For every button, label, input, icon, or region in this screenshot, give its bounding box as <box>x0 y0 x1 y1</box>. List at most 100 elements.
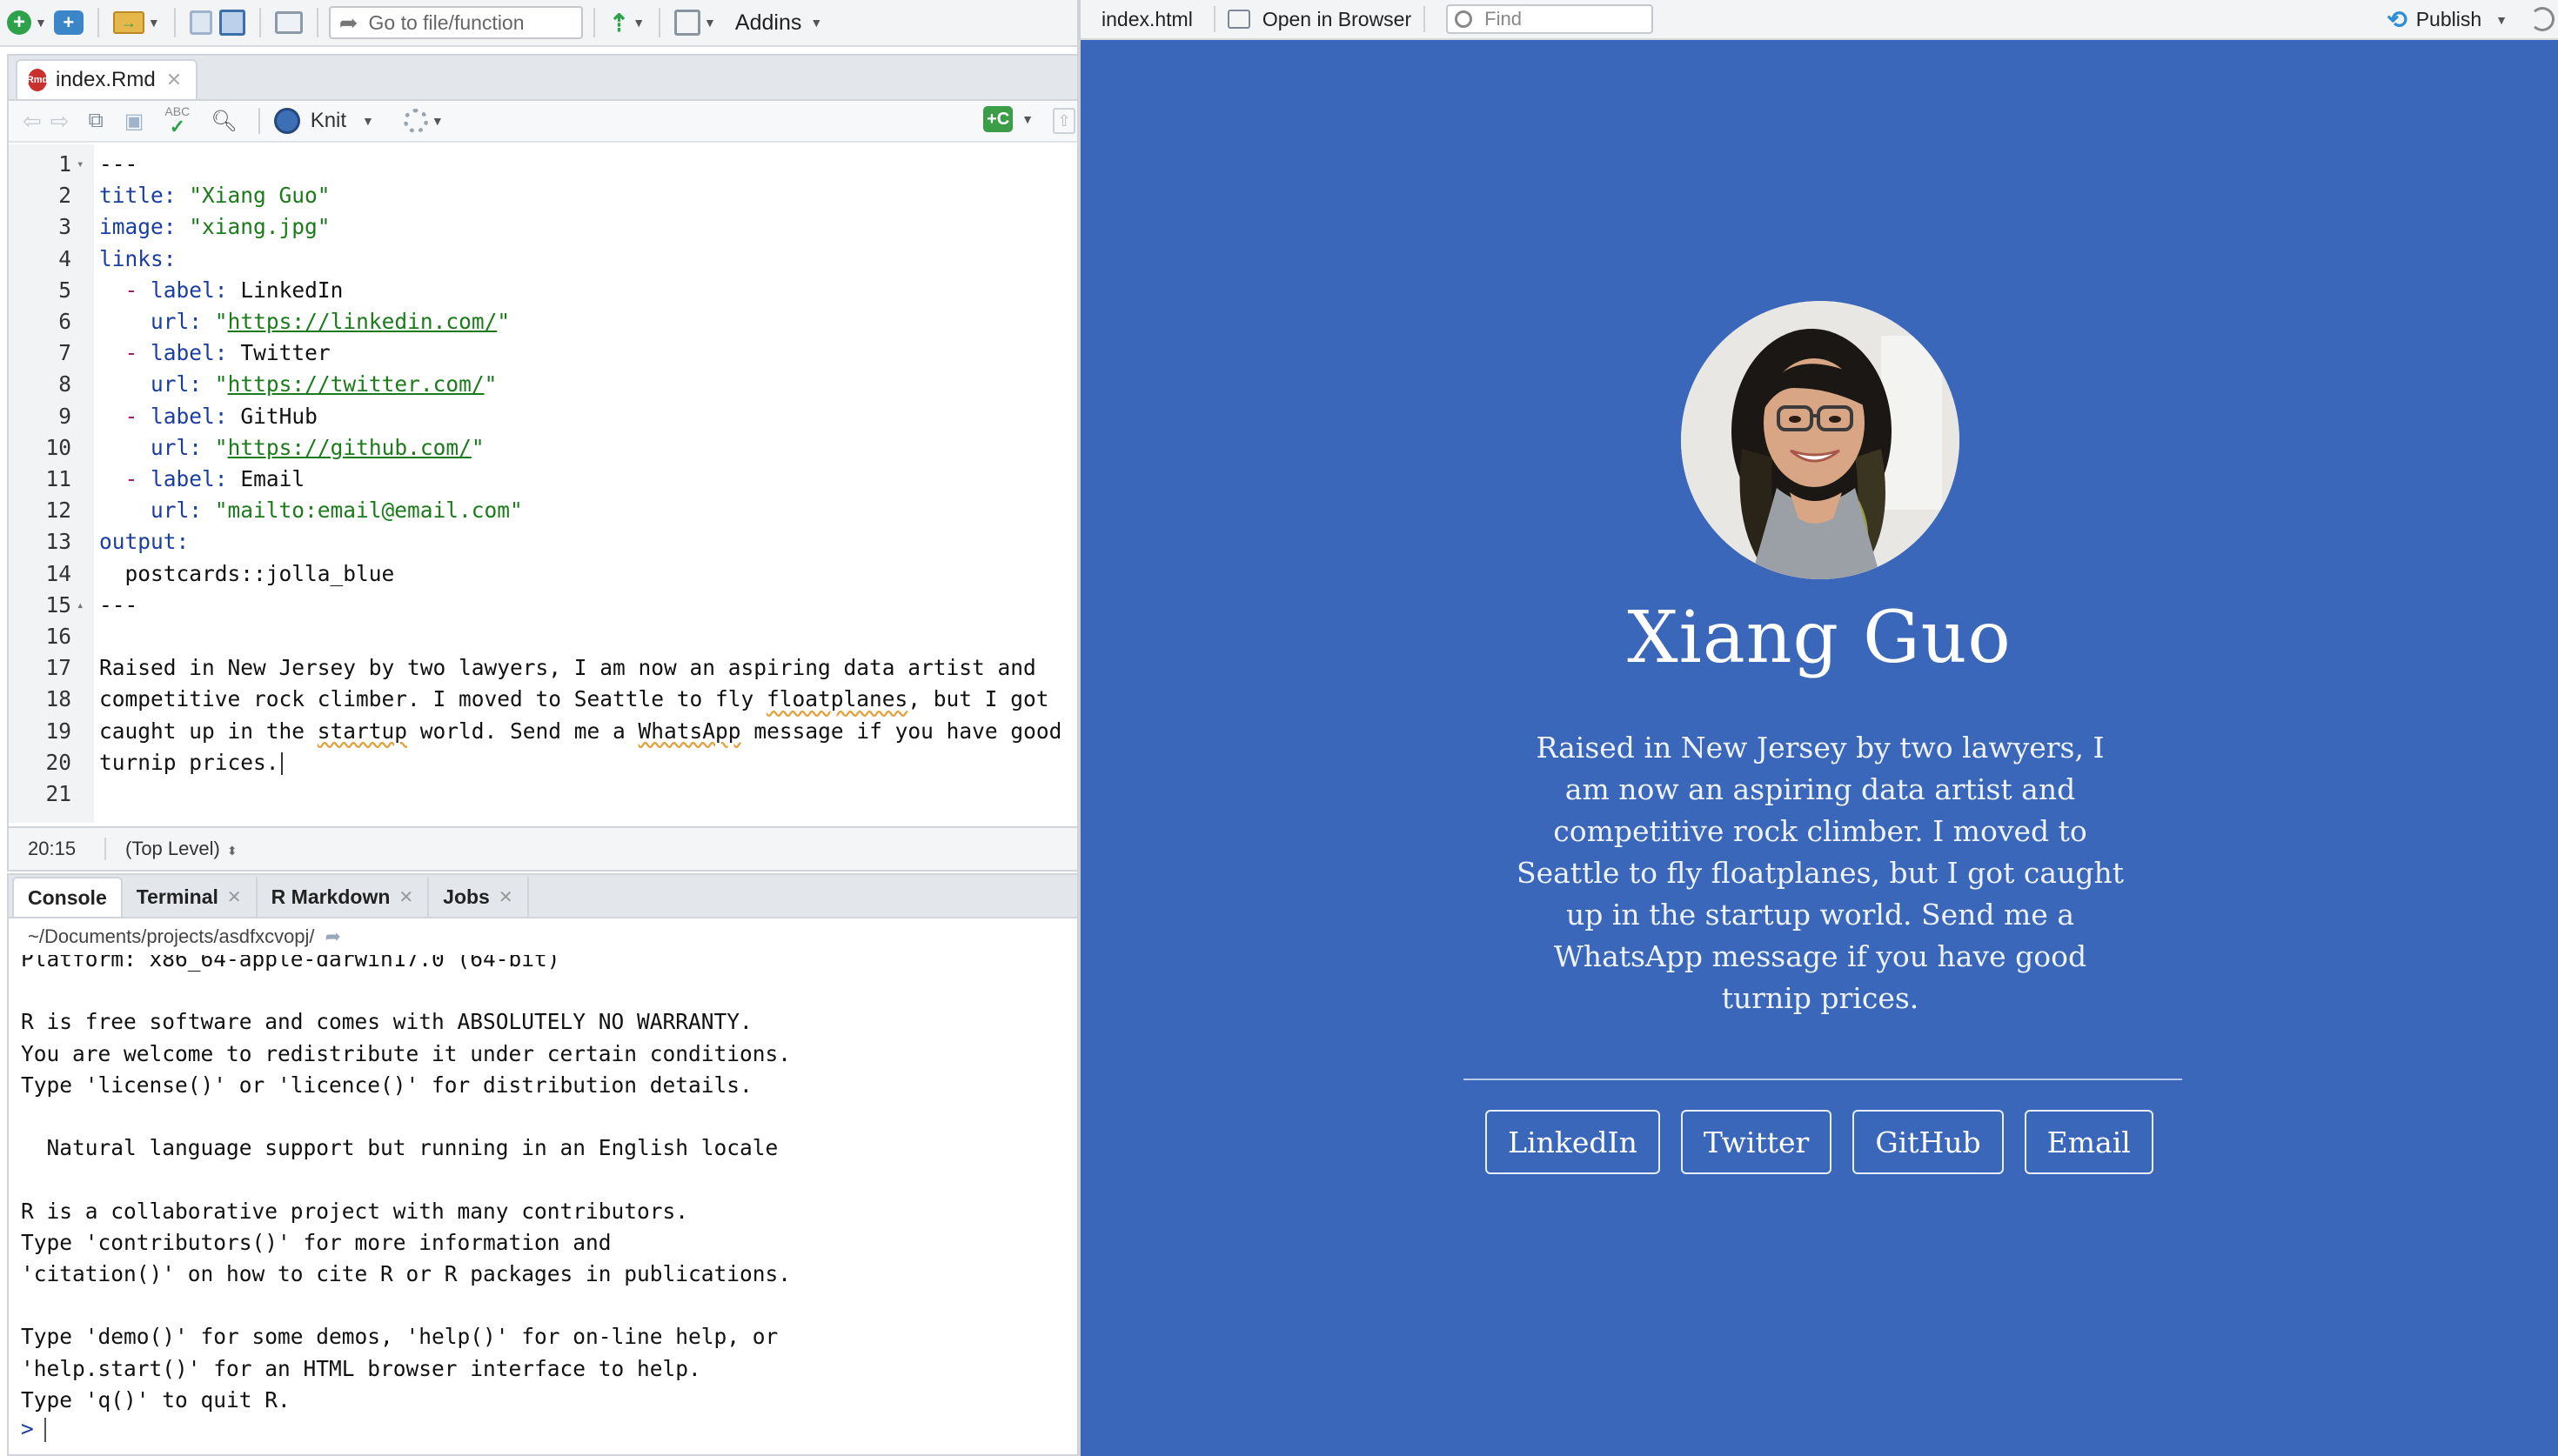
close-icon[interactable]: ✕ <box>398 886 413 908</box>
console-prompt[interactable]: > <box>21 1416 46 1442</box>
forward-arrow-icon[interactable]: ⇨ <box>50 108 70 135</box>
insert-chunk-button[interactable]: +C ▼ <box>983 106 1034 132</box>
fold-toggle-icon[interactable]: ▴ <box>77 591 84 620</box>
code-line[interactable]: 15 ▴ --- <box>9 591 1079 620</box>
close-icon[interactable]: ✕ <box>227 886 242 908</box>
code-token: url: <box>151 498 203 524</box>
code-line[interactable]: 9 - label: GitHub <box>9 402 1079 431</box>
search-icon <box>1455 10 1473 28</box>
console-line: Natural language support but running in … <box>21 1135 779 1161</box>
chevron-down-icon: ▼ <box>704 16 716 30</box>
save-all-button[interactable] <box>216 5 249 40</box>
pane-layout-button[interactable]: ▼ <box>671 5 720 40</box>
chevron-down-icon[interactable]: ▼ <box>432 114 444 128</box>
code-line[interactable]: 5 - label: LinkedIn <box>9 276 1079 305</box>
code-line[interactable]: 19 caught up in the startup world. Send m… <box>9 717 1079 746</box>
tab-terminal[interactable]: Terminal ✕ <box>123 877 258 917</box>
console-tabbar: Console Terminal ✕ R Markdown ✕ Jobs ✕ <box>9 875 1079 918</box>
console-output[interactable]: Platform: x86_64-apple-darwin17.0 (64-bi… <box>9 955 1079 1456</box>
insert-chunk-icon: +C <box>983 106 1014 132</box>
save-button[interactable] <box>186 5 216 40</box>
new-project-button[interactable]: + <box>50 5 87 40</box>
close-icon[interactable]: ✕ <box>166 69 182 91</box>
tab-index-rmd[interactable]: Rmd index.Rmd ✕ <box>16 59 198 99</box>
code-line[interactable]: 7 - label: Twitter <box>9 338 1079 368</box>
spellcheck-icon[interactable]: ABC ✓ <box>164 105 190 137</box>
code-line[interactable]: 4 links: <box>9 244 1079 274</box>
print-button[interactable] <box>271 5 306 40</box>
line-number: 13 <box>45 529 71 555</box>
code-line[interactable]: 21 <box>9 779 1079 809</box>
code-token: startup <box>317 718 408 744</box>
open-file-button[interactable]: → ▼ <box>110 5 164 40</box>
publish-label: Publish <box>2415 8 2482 30</box>
tab-console[interactable]: Console <box>12 877 123 917</box>
code-token: https://github.com/ <box>227 434 472 460</box>
profile-photo <box>1681 301 1959 579</box>
console-line: Platform: x86_64-apple-darwin17.0 (64-bi… <box>21 955 560 972</box>
code-text: postcards::jolla_blue <box>99 559 395 589</box>
open-in-browser-button[interactable]: Open in Browser <box>1224 2 1415 37</box>
code-token: url: <box>151 434 203 460</box>
find-input[interactable]: Find <box>1446 4 1654 34</box>
back-arrow-icon[interactable]: ⇦ <box>23 108 42 135</box>
fold-toggle-icon[interactable]: ▾ <box>77 150 84 179</box>
code-line[interactable]: 12 url: "mailto:email@email.com" <box>9 496 1079 525</box>
code-token: floatplanes <box>767 686 908 712</box>
code-line[interactable]: 11 - label: Email <box>9 464 1079 494</box>
code-token: postcards::jolla_blue <box>99 560 395 586</box>
tab-r-markdown[interactable]: R Markdown ✕ <box>258 877 430 917</box>
viewer-pane: index.html Open in Browser Find ⟲ Publis… <box>1081 0 2558 1456</box>
rmarkdown-file-icon: Rmd <box>27 69 48 91</box>
code-token: label: <box>151 277 228 303</box>
publish-button[interactable]: ⟲ Publish ▼ <box>2387 5 2508 34</box>
code-text: url: "https://linkedin.com/" <box>99 307 510 337</box>
scope-selector[interactable]: (Top Level) ⬍ <box>104 838 238 860</box>
addins-button[interactable]: Addins ▼ <box>732 5 826 40</box>
source-tabbar: Rmd index.Rmd ✕ <box>9 56 1079 101</box>
code-token: " <box>484 371 498 397</box>
code-line[interactable]: 2 title: "Xiang Guo" <box>9 181 1079 210</box>
link-github-button[interactable]: GitHub <box>1852 1110 2004 1174</box>
go-to-directory-icon[interactable]: ➦ <box>325 925 341 948</box>
navigate-up-icon[interactable]: ⇧ <box>1053 108 1075 134</box>
code-text: url: "https://github.com/" <box>99 433 485 463</box>
search-icon[interactable]: 🔍︎ <box>211 109 237 134</box>
goto-file-function-input[interactable]: ➦ Go to file/function <box>328 6 583 39</box>
link-twitter-button[interactable]: Twitter <box>1680 1110 1832 1174</box>
code-line[interactable]: 1 ▾ --- <box>9 150 1079 179</box>
new-file-button[interactable]: + ▼ <box>3 5 50 40</box>
gear-icon[interactable] <box>403 109 428 133</box>
divider <box>1463 1079 2182 1080</box>
code-line[interactable]: 14 postcards::jolla_blue <box>9 559 1079 589</box>
code-line[interactable]: 10 url: "https://github.com/" <box>9 433 1079 463</box>
code-line[interactable]: 16 <box>9 622 1079 651</box>
link-email-button[interactable]: Email <box>2024 1110 2153 1174</box>
console-line: 'citation()' on how to cite R or R packa… <box>21 1261 792 1286</box>
knit-button[interactable]: Knit ▼ <box>271 104 378 138</box>
code-line[interactable]: 17 Raised in New Jersey by two lawyers, I… <box>9 653 1079 683</box>
show-in-window-icon[interactable]: ⧉ <box>89 109 104 133</box>
code-token: "xiang.jpg" <box>189 214 331 240</box>
tab-jobs[interactable]: Jobs ✕ <box>429 877 529 917</box>
code-token: label: <box>151 340 228 366</box>
link-linkedin-button[interactable]: LinkedIn <box>1485 1110 1660 1174</box>
code-line[interactable]: 6 url: "https://linkedin.com/" <box>9 307 1079 337</box>
code-line[interactable]: 8 url: "https://twitter.com/" <box>9 370 1079 399</box>
close-icon[interactable]: ✕ <box>499 886 513 908</box>
code-token: - <box>124 277 138 303</box>
code-token: https://linkedin.com/ <box>227 309 498 334</box>
save-icon[interactable]: ▣ <box>124 109 144 134</box>
rstudio-ide: + ▼ + → ▼ ➦ Go to file/function ⇡ ▼ ▼ Addin… <box>0 0 1081 1456</box>
code-editor[interactable]: 1 ▾ --- 2 title: "Xiang Guo" 3 image: "xiang.j… <box>9 144 1079 823</box>
code-line[interactable]: 3 image: "xiang.jpg" <box>9 212 1079 242</box>
vcs-button[interactable]: ⇡ ▼ <box>606 5 648 40</box>
code-line[interactable]: 18 competitive rock climber. I moved to S… <box>9 685 1079 714</box>
chevron-down-icon: ▼ <box>35 16 47 30</box>
refresh-icon[interactable] <box>2530 7 2555 31</box>
code-line[interactable]: 20 turnip prices. <box>9 748 1079 778</box>
code-line[interactable]: 13 output: <box>9 527 1079 557</box>
profile-photo-illustration <box>1681 301 1959 579</box>
